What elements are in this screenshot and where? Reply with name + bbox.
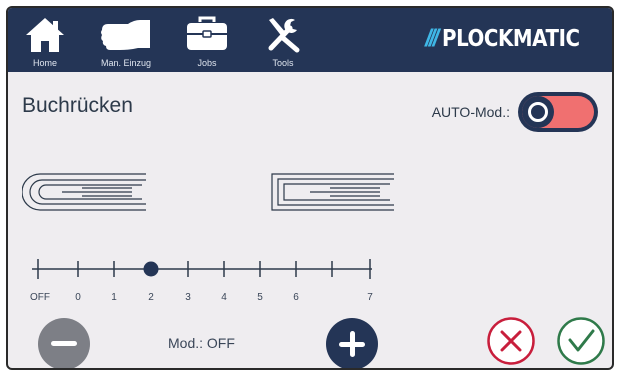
mode-status-text: Mod.: OFF: [168, 335, 235, 351]
increase-button[interactable]: [326, 318, 378, 368]
brand-logo: /// PLOCKMATIC: [425, 24, 602, 54]
nav-jobs-button[interactable]: Jobs: [182, 8, 232, 72]
hand-icon: [101, 20, 150, 50]
scale-label: 1: [111, 292, 117, 303]
app-window: Home Man. Einzug Jobs Tools /// PLOCKMAT…: [6, 6, 614, 370]
scale-label: 0: [75, 292, 81, 303]
scale-label: 3: [185, 292, 191, 303]
cancel-button[interactable]: [486, 316, 536, 366]
nav-tools-button[interactable]: Tools: [258, 8, 308, 72]
toggle-knob: [522, 96, 554, 128]
scale-label: 6: [293, 292, 299, 303]
top-navigation-bar: Home Man. Einzug Jobs Tools /// PLOCKMAT…: [8, 8, 612, 72]
confirm-button[interactable]: [556, 316, 606, 366]
tools-icon: [268, 18, 300, 53]
decrease-button[interactable]: [38, 318, 90, 368]
scale-track: [32, 259, 372, 279]
scale-handle[interactable]: [143, 261, 159, 277]
nav-tools-label: Tools: [272, 58, 294, 68]
scale-label: 5: [257, 292, 263, 303]
auto-mode-label: AUTO-Mod.:: [431, 104, 510, 120]
nav-home-label: Home: [32, 58, 57, 68]
scale-label: 7: [367, 292, 373, 303]
nav-jobs-label: Jobs: [197, 58, 217, 68]
auto-mode-control: AUTO-Mod.:: [432, 92, 598, 132]
brand-name: PLOCKMATIC: [442, 26, 580, 52]
home-icon: [26, 18, 64, 52]
briefcase-icon: [187, 16, 227, 50]
scale-label: 4: [221, 292, 227, 303]
spine-scale-slider[interactable]: OFF 0 1 2 3 4 5 6 7: [28, 256, 388, 303]
page-title: Buchrücken: [22, 94, 133, 117]
spine-square-icon: [271, 173, 394, 211]
brand-slashes: ///: [425, 25, 439, 52]
nav-manual-feed-label: Man. Einzug: [100, 58, 152, 68]
spine-rounded-icon: [22, 173, 146, 211]
auto-mode-toggle[interactable]: [518, 92, 598, 132]
nav-home-button[interactable]: Home: [20, 8, 70, 72]
scale-label: 2: [148, 292, 154, 303]
scale-label: OFF: [30, 292, 50, 303]
nav-manual-feed-button[interactable]: Man. Einzug: [86, 8, 166, 72]
